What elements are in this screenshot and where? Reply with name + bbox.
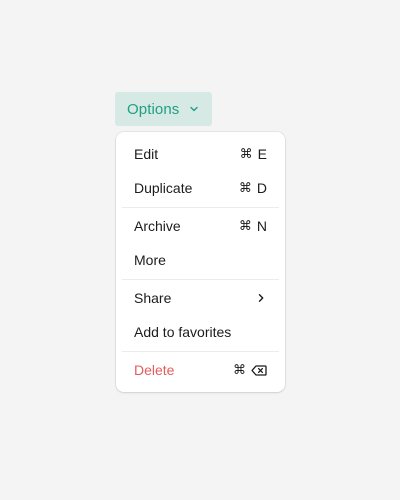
menu-item-label: Archive [134,218,181,234]
options-button[interactable]: Options [115,92,212,126]
menu-item-archive[interactable]: Archive ⌘ N [116,209,285,243]
menu-item-label: Add to favorites [134,324,232,340]
chevron-right-icon [255,292,267,304]
command-key-icon: ⌘ [233,362,246,378]
options-menu: Edit ⌘ E Duplicate ⌘ D Archive ⌘ N More … [116,132,285,392]
shortcut-edit: ⌘ E [240,146,267,162]
menu-item-label: Share [134,290,172,306]
shortcut-delete: ⌘ [233,363,267,378]
shortcut-duplicate: ⌘ D [239,180,267,196]
menu-item-duplicate[interactable]: Duplicate ⌘ D [116,171,285,205]
backspace-icon [251,364,267,376]
menu-item-add-to-favorites[interactable]: Add to favorites [116,315,285,349]
command-key-icon: ⌘ [238,180,252,196]
menu-divider [122,279,279,280]
shortcut-key: D [256,180,267,196]
menu-item-more[interactable]: More [116,243,285,277]
menu-item-share[interactable]: Share [116,281,285,315]
menu-item-label: More [134,252,166,268]
menu-item-edit[interactable]: Edit ⌘ E [116,137,285,171]
menu-item-label: Duplicate [134,180,193,196]
command-key-icon: ⌘ [239,146,253,162]
shortcut-key: E [257,146,267,162]
chevron-down-icon [188,103,200,115]
menu-item-label: Edit [134,146,159,162]
menu-item-delete[interactable]: Delete ⌘ [116,353,285,387]
command-key-icon: ⌘ [238,218,252,234]
options-button-label: Options [127,100,180,118]
shortcut-key: N [256,218,267,234]
menu-divider [122,207,279,208]
shortcut-archive: ⌘ N [239,218,267,234]
menu-item-label: Delete [134,362,175,378]
menu-divider [122,351,279,352]
